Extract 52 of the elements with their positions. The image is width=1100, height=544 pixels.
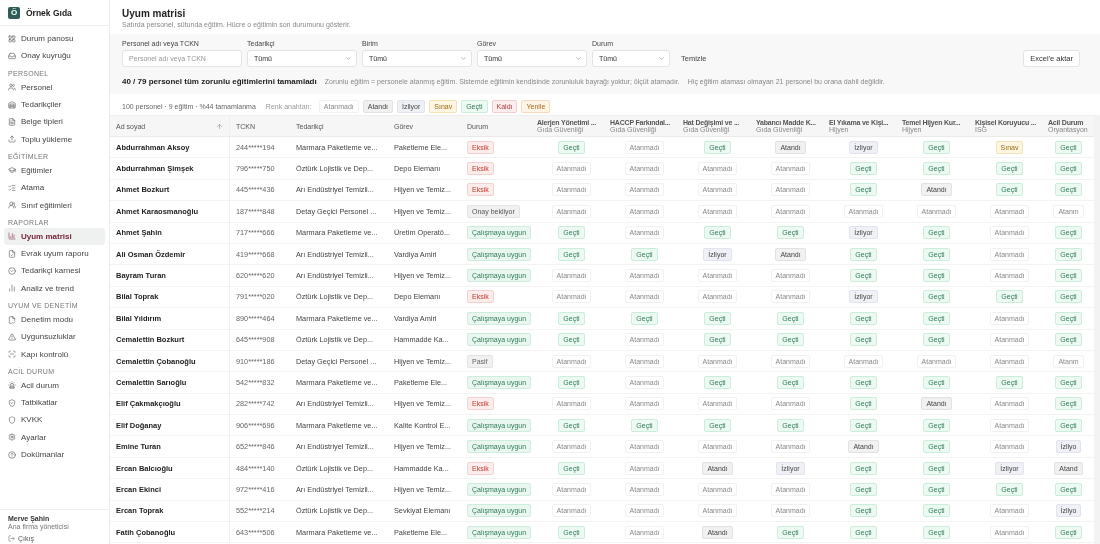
brand-name: Örnek Gıda	[26, 7, 72, 18]
nav-item-icon	[8, 433, 16, 442]
nav-item-icon	[8, 398, 16, 407]
chevron-down-icon	[658, 55, 665, 62]
nav-item-icon	[8, 117, 16, 126]
nav-item[interactable]: Analiz ve trend	[4, 279, 105, 297]
brand-logo: Ö	[8, 6, 20, 19]
nav-item-icon	[8, 201, 16, 209]
nav-item-icon	[8, 183, 16, 192]
chevron-down-icon	[575, 55, 582, 62]
nav-item[interactable]: Toplu yükleme	[4, 130, 105, 148]
nav-item-icon	[8, 416, 16, 424]
nav-item[interactable]: Atama	[4, 179, 105, 197]
nav-item[interactable]: Personel	[4, 78, 105, 96]
nav-item-icon	[8, 450, 16, 459]
nav-item[interactable]: Dokümanlar	[4, 445, 105, 464]
nav-item-icon	[8, 284, 16, 293]
nav-item[interactable]: Evrak uyum raporu	[4, 244, 105, 263]
nav-item[interactable]: Tedarikçiler	[4, 95, 105, 114]
chevron-down-icon	[345, 55, 352, 62]
nav-item[interactable]: Belge tipleri	[4, 113, 105, 131]
nav-item-icon	[8, 315, 16, 324]
nav-item[interactable]: Durum panosu	[4, 30, 105, 48]
nav-item-icon	[8, 249, 16, 258]
completion-headline: 40 / 79 personel tüm zorunlu eğitimlerini tamamladı	[122, 77, 317, 86]
nav-item[interactable]: Uygunsuzluklar	[4, 328, 105, 346]
nav-item[interactable]: Tedarikçi karnesi	[4, 262, 105, 280]
nav-item-icon	[8, 100, 16, 109]
nav-item[interactable]: Tatbikatlar	[4, 394, 105, 412]
nav-item-icon	[8, 51, 16, 60]
page-title: Uyum matrisi	[122, 8, 187, 19]
nav-item-icon	[8, 34, 16, 43]
nav-item-icon	[8, 266, 16, 275]
nav-item-icon	[8, 166, 16, 175]
nav-item-icon	[8, 83, 16, 92]
nav-item-icon	[8, 332, 16, 341]
nav-item[interactable]: Sınıf eğitimleri	[4, 196, 105, 214]
nav-item[interactable]: Uyum matrisi	[4, 227, 105, 245]
nav-item[interactable]: Ayarlar	[4, 428, 105, 446]
nav-item-icon	[8, 381, 16, 390]
nav-item[interactable]: Onay kuyruğu	[4, 47, 105, 65]
sort-ascending-icon	[216, 122, 223, 130]
nav-item[interactable]: Acil durum	[4, 376, 105, 395]
nav-item[interactable]: KVKK	[4, 411, 105, 429]
nav-item-icon	[8, 350, 16, 359]
logout-icon	[8, 535, 15, 542]
nav-item-icon	[8, 232, 16, 241]
nav-item-icon	[8, 135, 16, 144]
chevron-down-icon	[460, 55, 467, 62]
nav-item[interactable]: Eğitimler	[4, 161, 105, 180]
nav-item[interactable]: Denetim modu	[4, 310, 105, 329]
nav-item[interactable]: Kapı kontrolü	[4, 345, 105, 363]
